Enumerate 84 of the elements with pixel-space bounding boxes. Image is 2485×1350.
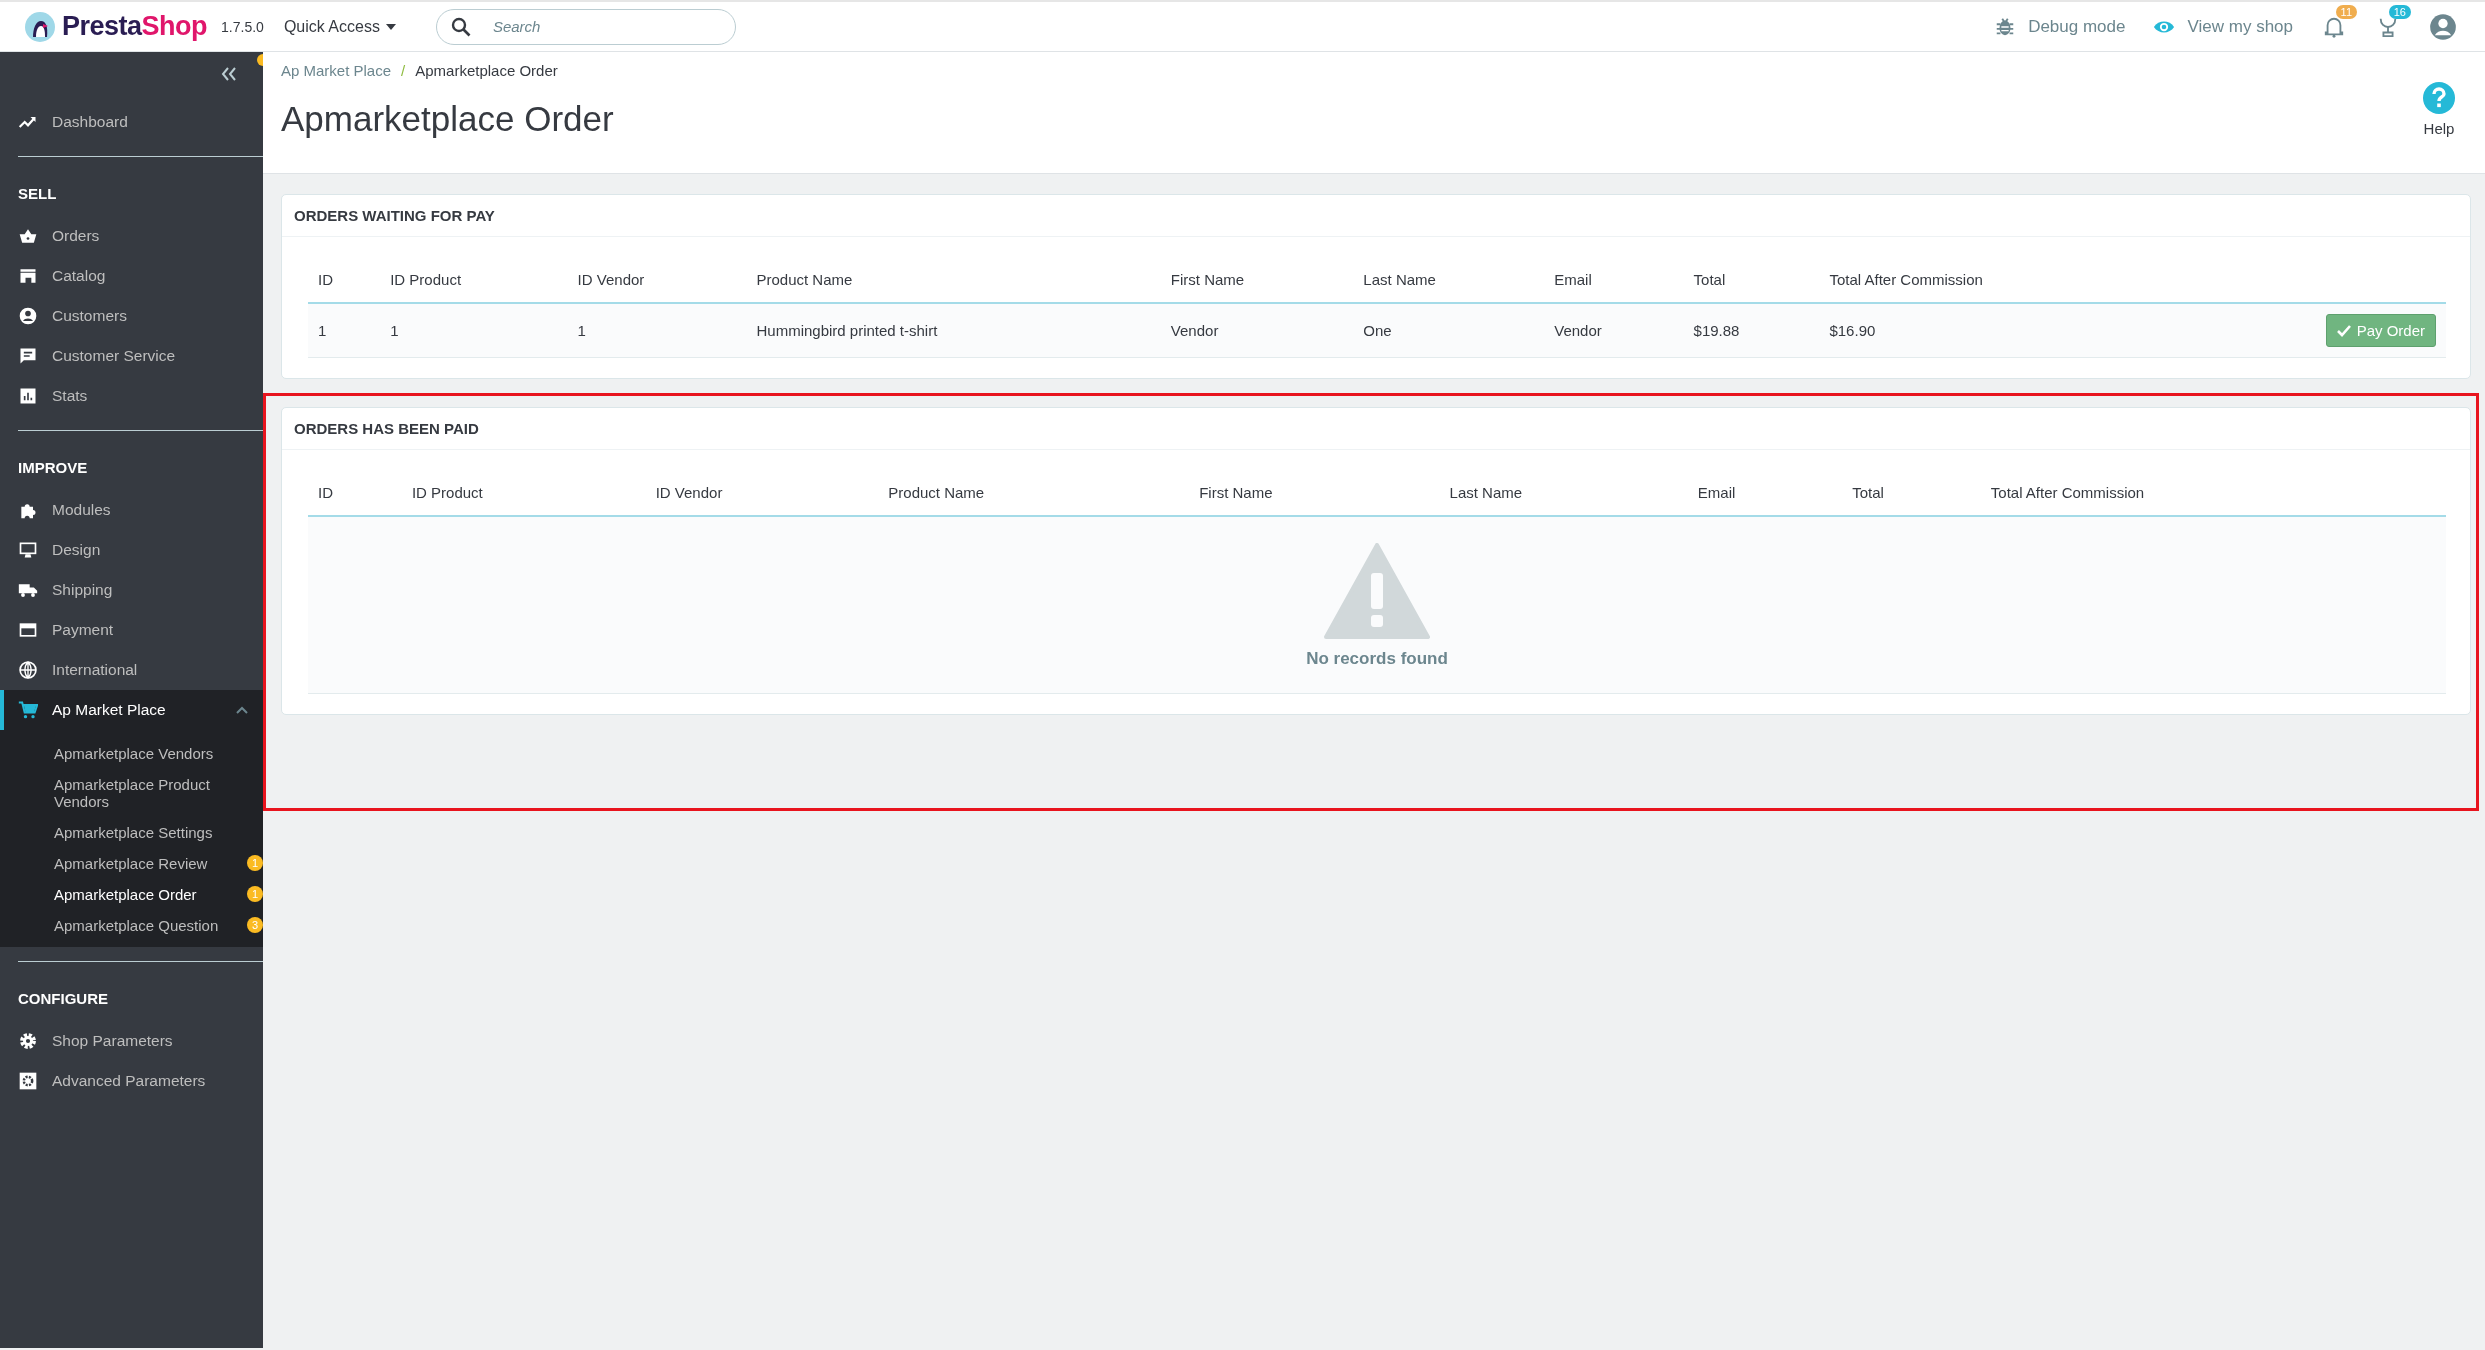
- sidebar-item[interactable]: Customers: [18, 296, 263, 336]
- sidebar-label: Orders: [52, 227, 100, 245]
- sidebar-label: Payment: [52, 621, 114, 639]
- sidebar-label: Dashboard: [52, 113, 128, 131]
- table-cell: Vendor: [1160, 303, 1354, 358]
- sidebar-label: Design: [52, 541, 101, 559]
- sidebar-item[interactable]: Customer Service: [18, 336, 263, 376]
- globe-icon: [18, 660, 38, 680]
- table-cell: 1: [380, 303, 568, 358]
- section-heading: SELL: [18, 184, 58, 204]
- table-cell: 1: [308, 303, 381, 358]
- breadcrumb-link[interactable]: Apmarketplace Order: [415, 62, 558, 79]
- chat-icon: [18, 346, 38, 366]
- search-icon: [450, 16, 471, 37]
- table-cell: Hummingbird printed t-shirt: [746, 303, 1161, 358]
- logo-icon: [24, 10, 56, 43]
- sidebar-label: International: [52, 661, 138, 679]
- sidebar-label: Modules: [52, 501, 111, 519]
- sidebar-item[interactable]: Stats: [18, 376, 263, 416]
- submenu-item[interactable]: Apmarketplace Product Vendors: [54, 769, 263, 817]
- sidebar-item[interactable]: Advanced Parameters: [18, 1061, 263, 1101]
- bell-icon: [2323, 15, 2345, 38]
- count-badge: 3: [247, 917, 263, 933]
- version-label: 1.7.5.0: [221, 18, 264, 35]
- sidebar-item[interactable]: Payment: [18, 610, 263, 650]
- help-icon: [2423, 82, 2455, 114]
- store-icon: [18, 266, 38, 286]
- debug-mode-link[interactable]: Debug mode: [1994, 15, 2126, 38]
- sidebar-label: Advanced Parameters: [52, 1072, 206, 1090]
- submenu-item[interactable]: Apmarketplace Review 1: [54, 848, 263, 879]
- monitor-icon: [18, 540, 38, 560]
- table-cell: $19.88: [1683, 303, 1820, 358]
- sidebar-label: Shipping: [52, 581, 113, 599]
- section-heading: CONFIGURE: [18, 989, 109, 1009]
- user-circle-icon: [18, 306, 38, 326]
- sidebar-item[interactable]: Shipping: [18, 570, 263, 610]
- check-icon: [2336, 323, 2351, 338]
- sidebar-label: Customer Service: [52, 347, 176, 365]
- sidebar-label: Catalog: [52, 267, 106, 285]
- count-badge: 1: [247, 855, 263, 871]
- breadcrumb-link[interactable]: Ap Market Place: [281, 62, 392, 79]
- settings-icon: [18, 1071, 38, 1091]
- sidebar-label: Customers: [52, 307, 127, 325]
- help-button[interactable]: Help: [2417, 62, 2461, 138]
- table-cell: Vendor: [1544, 303, 1684, 358]
- caret-icon: [385, 23, 396, 30]
- cart-icon: [18, 700, 38, 720]
- gear-icon: [18, 1031, 38, 1051]
- quick-access-menu[interactable]: Quick Access: [283, 17, 396, 36]
- logo-text[interactable]: PrestaShop: [62, 11, 208, 42]
- sidebar-item[interactable]: International: [18, 650, 263, 690]
- warning-icon: [1324, 543, 1430, 639]
- sidebar-label: Shop Parameters: [52, 1032, 173, 1050]
- table-cell: 1: [567, 303, 747, 358]
- card-icon: [18, 620, 38, 640]
- submenu-item[interactable]: Apmarketplace Vendors: [54, 738, 263, 769]
- submenu-item[interactable]: Apmarketplace Question 3: [54, 910, 263, 941]
- sidebar-item[interactable]: Dashboard: [18, 102, 263, 142]
- sidebar-label: Stats: [52, 387, 88, 405]
- count-badge: 1: [247, 886, 263, 902]
- panel-title: ORDERS HAS BEEN PAID: [282, 408, 2470, 450]
- sidebar-label: Ap Market Place: [52, 701, 166, 719]
- bar-chart-icon: [18, 386, 38, 406]
- breadcrumb-separator: /: [401, 62, 406, 79]
- empty-message: No records found: [1306, 649, 1448, 669]
- sidebar-item[interactable]: Catalog: [18, 256, 263, 296]
- sidebar-item[interactable]: Modules: [18, 490, 263, 530]
- section-heading: IMPROVE: [18, 458, 89, 478]
- sidebar-item[interactable]: Orders: [18, 216, 263, 256]
- table-cell: One: [1353, 303, 1545, 358]
- submenu-item[interactable]: Apmarketplace Order 1: [54, 879, 263, 910]
- orders-count: 16: [2388, 4, 2411, 19]
- search-input[interactable]: Search: [492, 11, 721, 42]
- page-title: Apmarketplace Order: [281, 99, 614, 139]
- view-shop-link[interactable]: View my shop: [2153, 15, 2293, 38]
- sidebar-item[interactable]: Ap Market Place: [0, 690, 263, 730]
- sidebar-item[interactable]: Shop Parameters: [18, 1021, 263, 1061]
- notification-count: 11: [2335, 4, 2357, 19]
- table-cell: $16.90: [1819, 303, 2178, 358]
- sidebar-item[interactable]: Design: [18, 530, 263, 570]
- double-chevron-icon: [221, 66, 237, 82]
- account-icon[interactable]: [2429, 12, 2457, 41]
- submenu-item[interactable]: Apmarketplace Settings: [54, 817, 263, 848]
- panel-title: ORDERS WAITING FOR PAY: [282, 195, 2470, 237]
